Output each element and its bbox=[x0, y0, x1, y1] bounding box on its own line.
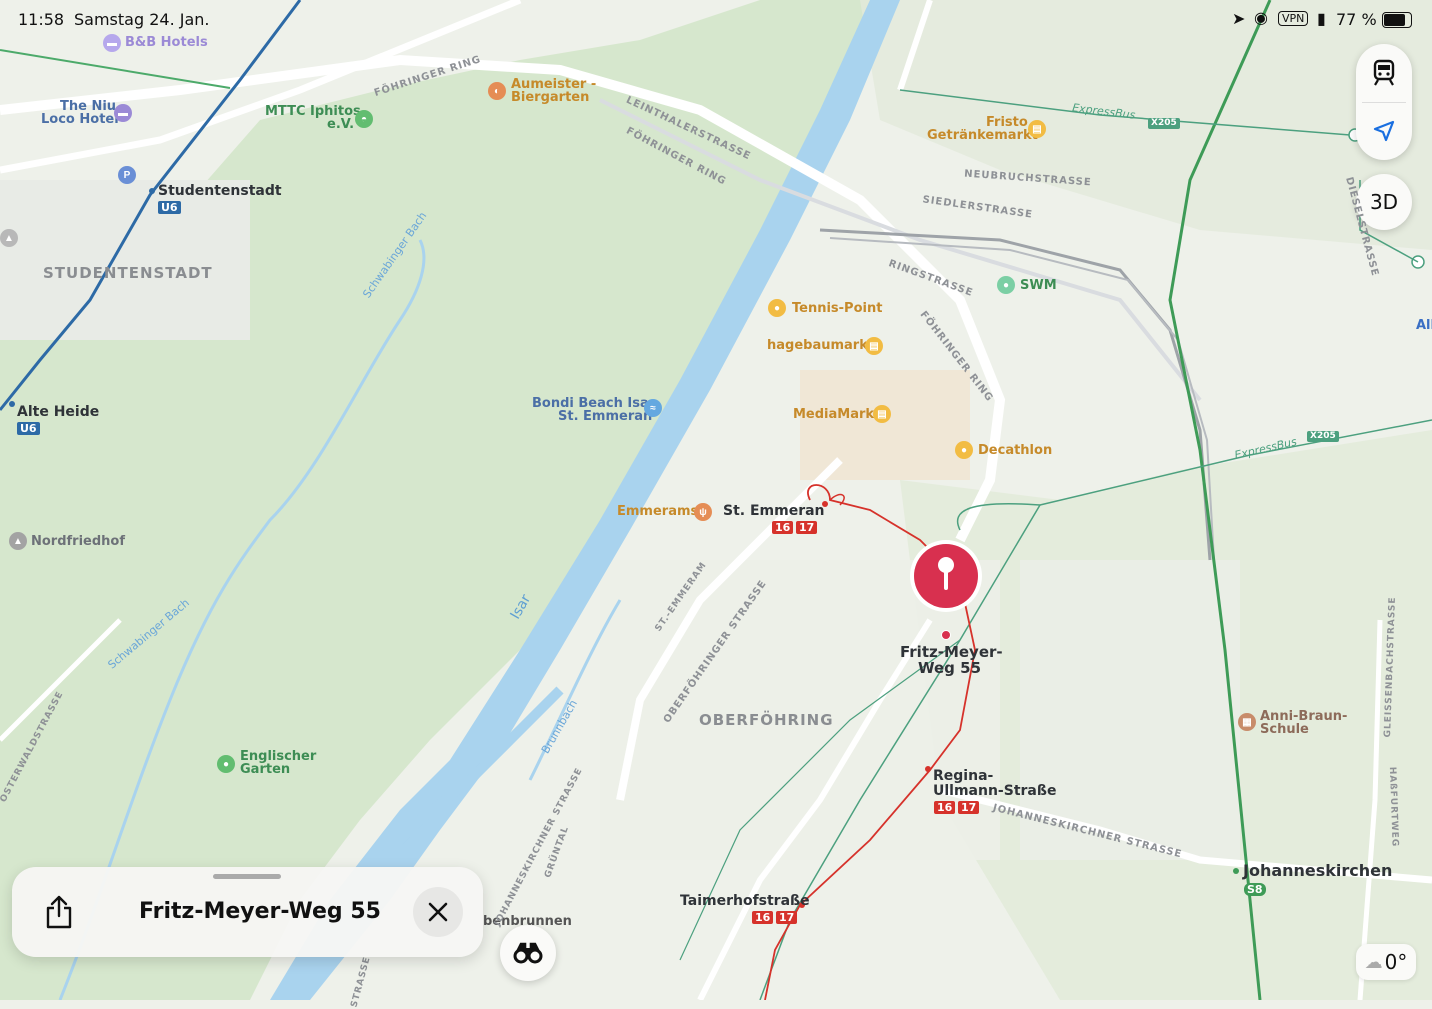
green-line bbox=[0, 49, 231, 89]
train-icon bbox=[1373, 59, 1395, 86]
tram-16-badge: 16 bbox=[934, 801, 956, 814]
station-johanneskirchen[interactable]: Johanneskirchen bbox=[1243, 863, 1392, 879]
pin-marker-icon bbox=[910, 540, 982, 612]
sport-shop-icon: ● bbox=[768, 299, 786, 317]
poi-hagebaumarkt[interactable]: hagebaumarkt bbox=[767, 339, 874, 353]
landmark-icon: ▲ bbox=[0, 229, 18, 247]
shopping-icon: ▤ bbox=[865, 337, 883, 355]
u6-badge: U6 bbox=[17, 422, 40, 435]
poi-bb-hotels[interactable]: B&B Hotels bbox=[125, 36, 208, 50]
battery-level bbox=[1384, 14, 1405, 26]
place-title: Fritz-Meyer-Weg 55 bbox=[139, 899, 381, 924]
dropped-pin[interactable] bbox=[908, 538, 984, 614]
x205-badge: X205 bbox=[1307, 431, 1339, 442]
poi-decathlon[interactable]: Decathlon bbox=[978, 444, 1052, 458]
tram-17-badge: 17 bbox=[958, 801, 980, 814]
close-button[interactable] bbox=[413, 887, 463, 937]
pin-label: Fritz-Meyer- bbox=[900, 643, 1003, 661]
poi-emmerams[interactable]: Emmerams bbox=[617, 505, 698, 519]
tram-17-badge: 17 bbox=[776, 911, 798, 924]
close-icon bbox=[428, 902, 448, 922]
cemetery-icon: ▲ bbox=[9, 532, 27, 550]
district-studentenstadt: STUDENTENSTADT bbox=[43, 264, 213, 282]
station-dot bbox=[9, 401, 15, 407]
poi-nordfriedhof[interactable]: Nordfriedhof bbox=[31, 535, 125, 549]
map-controls bbox=[1356, 44, 1412, 160]
poi-anni-braun-schule-line2: Schule bbox=[1260, 722, 1309, 737]
station-st-emmeran[interactable]: St. Emmeran bbox=[723, 504, 825, 518]
x205-badge: X205 bbox=[1148, 118, 1180, 129]
poi-fristo-line2: Getränkemarkt bbox=[927, 128, 1038, 143]
look-around-button[interactable] bbox=[500, 925, 556, 981]
locate-button[interactable] bbox=[1356, 102, 1412, 160]
poi-aumeister-line2: Biergarten bbox=[511, 90, 590, 105]
poi-mediamarkt[interactable]: MediaMarkt bbox=[793, 408, 880, 422]
poi-bondi-beach-line2: St. Emmeran bbox=[558, 409, 653, 424]
station-dot bbox=[1233, 868, 1239, 874]
poi-mttc-line2: e.V. bbox=[327, 117, 355, 132]
poi-all[interactable]: All bbox=[1416, 319, 1432, 333]
urban-block bbox=[800, 370, 970, 480]
hotel-icon: ▬ bbox=[103, 34, 121, 52]
tram-17-badge: 17 bbox=[796, 521, 818, 534]
poi-the-niu-line2: Loco Hotel bbox=[41, 112, 119, 127]
battery-icon bbox=[1382, 12, 1412, 28]
parking-icon: P bbox=[118, 166, 136, 184]
pin-location-dot bbox=[941, 630, 951, 640]
status-date: Samstag 24. Jan. bbox=[74, 10, 210, 29]
cloud-icon: ☁ bbox=[1364, 951, 1383, 973]
tram-16-badge: 16 bbox=[772, 521, 794, 534]
beach-icon: ≈ bbox=[644, 399, 662, 417]
tennis-icon: ◓ bbox=[355, 110, 373, 128]
poi-tennis-point[interactable]: Tennis-Point bbox=[792, 302, 882, 316]
status-time: 11:58 bbox=[18, 10, 65, 29]
station-studentenstadt[interactable]: Studentenstadt bbox=[158, 184, 282, 198]
school-icon: ▦ bbox=[1238, 713, 1256, 731]
binoculars-icon bbox=[513, 942, 543, 964]
station-dot bbox=[149, 188, 155, 194]
tram-16-badge: 16 bbox=[752, 911, 774, 924]
sport-shop-icon: ● bbox=[955, 441, 973, 459]
weather-temperature: 0° bbox=[1384, 950, 1408, 974]
shopping-icon: ▤ bbox=[873, 405, 891, 423]
station-regina-ullmann-line2: Ullmann-Straße bbox=[933, 783, 1057, 799]
share-button[interactable] bbox=[34, 887, 84, 937]
station-regina-ullmann[interactable]: Regina- bbox=[933, 769, 993, 783]
hotel-icon: ▬ bbox=[114, 104, 132, 122]
location-arrow-icon bbox=[1373, 120, 1395, 142]
beer-garden-icon: ◐ bbox=[488, 82, 506, 100]
park-area-top bbox=[860, 0, 1432, 250]
weather-widget[interactable]: ☁ 0° bbox=[1356, 944, 1416, 980]
share-icon bbox=[46, 895, 72, 929]
street-hassfurtweg: HAßFURTWEG bbox=[1386, 766, 1400, 848]
place-card[interactable]: Fritz-Meyer-Weg 55 bbox=[12, 867, 483, 957]
card-grabber[interactable] bbox=[213, 874, 281, 879]
lock-icon: ▮ bbox=[1317, 9, 1326, 28]
station-taimerhofstrasse[interactable]: Taimerhofstraße bbox=[680, 894, 810, 908]
urban-block bbox=[0, 180, 250, 340]
battery-percent: 77 % bbox=[1336, 10, 1377, 29]
park-icon: ● bbox=[217, 755, 235, 773]
poi-swm[interactable]: SWM bbox=[1020, 279, 1057, 293]
restaurant-icon: ψ bbox=[694, 503, 712, 521]
wifi-icon: ◉ bbox=[1254, 8, 1268, 27]
transit-mode-button[interactable] bbox=[1356, 44, 1412, 102]
vpn-badge: VPN bbox=[1278, 11, 1309, 26]
shopping-icon: ▤ bbox=[1028, 120, 1046, 138]
u6-badge: U6 bbox=[158, 201, 181, 214]
location-arrow-icon: ➤ bbox=[1232, 9, 1246, 28]
station-alte-heide[interactable]: Alte Heide bbox=[17, 405, 99, 419]
s8-badge: S8 bbox=[1244, 883, 1266, 896]
pin-label-line2: Weg 55 bbox=[918, 659, 982, 677]
station-dot bbox=[925, 766, 931, 772]
district-oberfoehring: OBERFÖHRING bbox=[699, 711, 834, 729]
utility-icon: ● bbox=[997, 276, 1015, 294]
poi-englischer-garten-line2: Garten bbox=[240, 762, 291, 777]
